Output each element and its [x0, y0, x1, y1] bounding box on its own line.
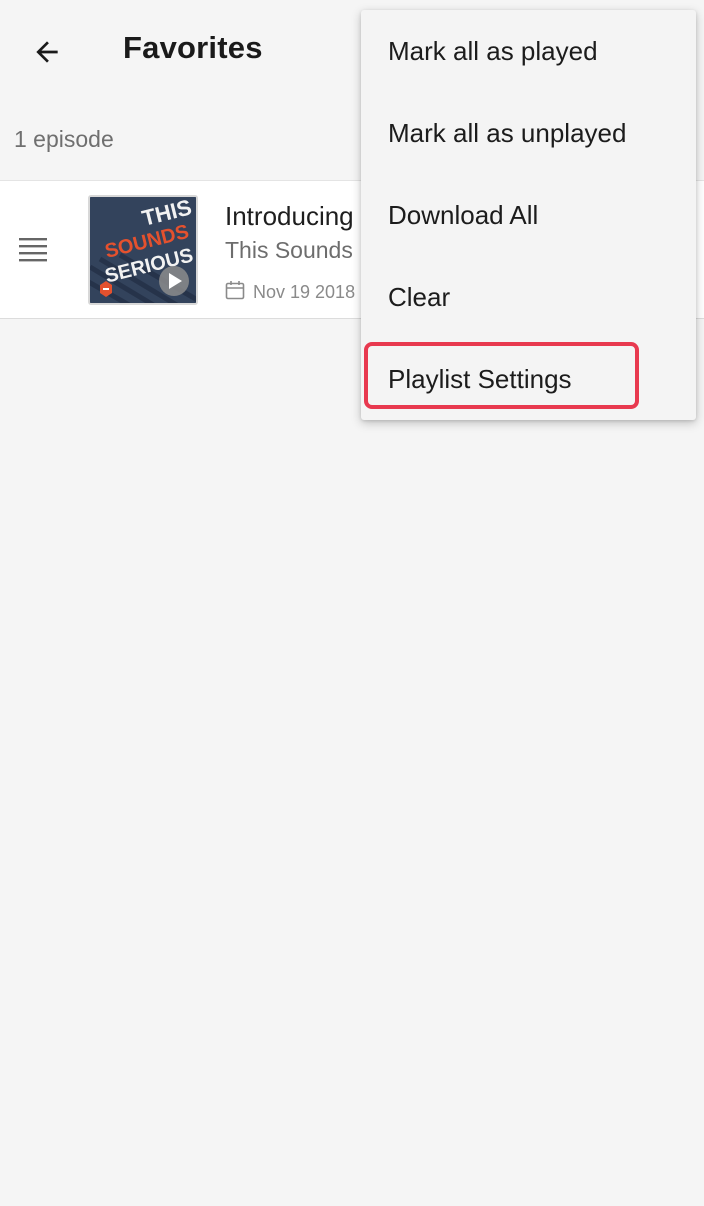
menu-item-mark-all-unplayed[interactable]: Mark all as unplayed [361, 92, 696, 174]
artwork-image: THIS SOUNDS SERIOUS [90, 197, 196, 303]
back-button[interactable] [22, 28, 72, 76]
menu-item-mark-all-played[interactable]: Mark all as played [361, 10, 696, 92]
arrow-back-icon [36, 41, 58, 63]
episode-artwork[interactable]: THIS SOUNDS SERIOUS [88, 195, 198, 305]
page-title: Favorites [123, 30, 263, 65]
drag-handle-icon[interactable] [19, 237, 49, 263]
episode-date: Nov 19 2018 [253, 282, 356, 302]
menu-item-playlist-settings[interactable]: Playlist Settings [361, 338, 696, 420]
episode-title: Introducing [225, 201, 354, 231]
menu-item-clear[interactable]: Clear [361, 256, 696, 338]
calendar-icon [225, 281, 245, 300]
menu-item-download-all[interactable]: Download All [361, 174, 696, 256]
episode-podcast-name: This Sounds [225, 237, 353, 263]
episode-count: 1 episode [14, 126, 114, 152]
app-screen: Favorites 1 episode THIS SOUNDS SERIOUS … [0, 0, 704, 1206]
overflow-menu: Mark all as played Mark all as unplayed … [361, 10, 696, 420]
